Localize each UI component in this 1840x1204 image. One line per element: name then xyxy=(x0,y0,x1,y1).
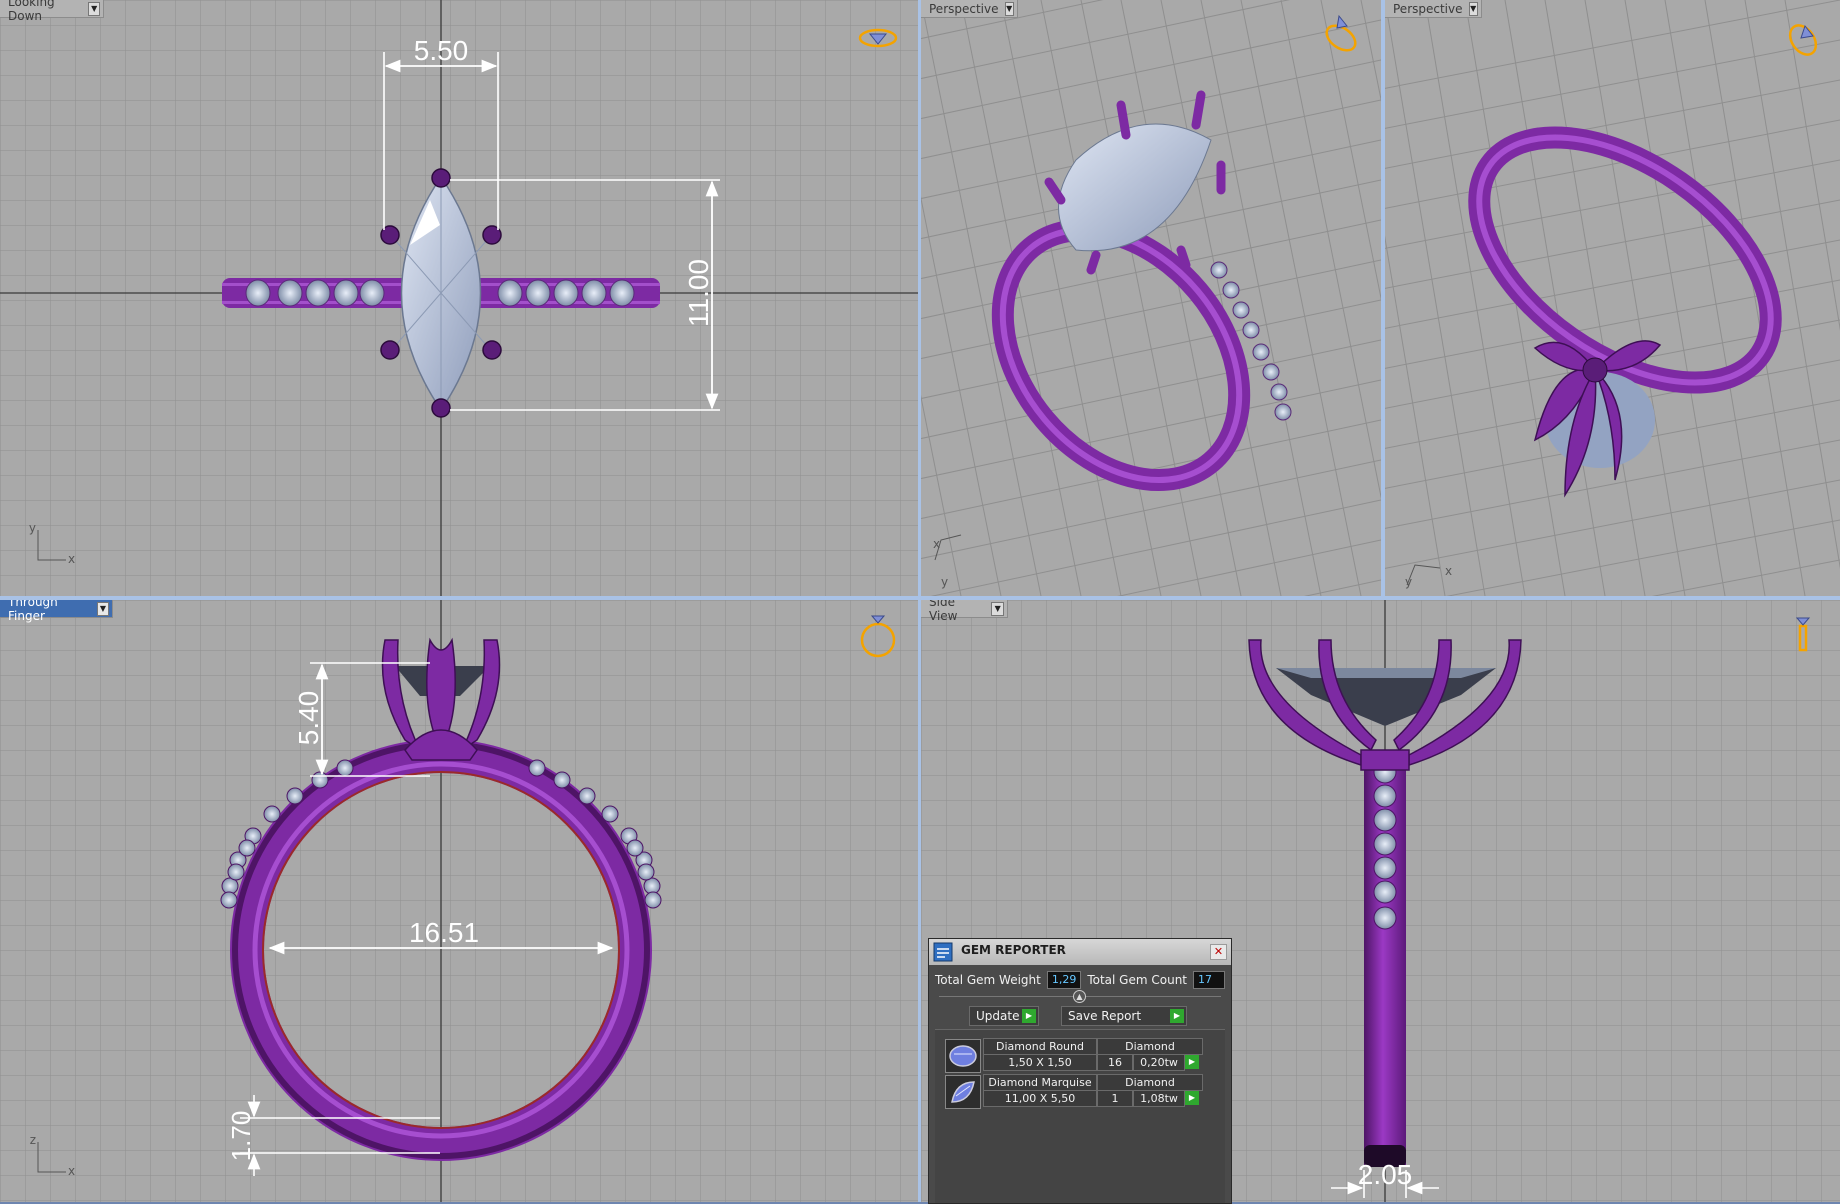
gem-weight: 1,08tw xyxy=(1133,1090,1185,1107)
gem-count: 16 xyxy=(1097,1054,1133,1071)
svg-text:y: y xyxy=(941,575,948,589)
gem-reporter-panel[interactable]: GEM REPORTER ✕ Total Gem Weight 1,29 Tot… xyxy=(928,938,1232,1204)
gem-size: 1,50 X 1,50 xyxy=(983,1054,1097,1071)
dim-shank-thickness: 1.70 xyxy=(226,1111,256,1162)
viewport-label-through-finger[interactable]: Through Finger ▼ xyxy=(0,600,113,623)
update-button[interactable]: Update ▶ xyxy=(969,1006,1039,1026)
dim-shank-width: 2.05 xyxy=(1358,1159,1413,1190)
viewport-perspective-2[interactable]: y x Perspective ▼ xyxy=(1385,0,1840,596)
gem-row[interactable]: Diamond Marquise Diamond 11,00 X 5,50 1 … xyxy=(945,1074,1203,1109)
dim-head-height: 5.40 xyxy=(293,691,324,746)
gem-list: Diamond Round Diamond 1,50 X 1,50 16 0,2… xyxy=(935,1029,1225,1203)
gem-reporter-titlebar[interactable]: GEM REPORTER ✕ xyxy=(929,939,1231,965)
gem-count: 1 xyxy=(1097,1090,1133,1107)
total-gem-weight-label: Total Gem Weight xyxy=(935,973,1041,987)
chevron-down-icon[interactable]: ▼ xyxy=(96,601,109,616)
save-report-button[interactable]: Save Report ▶ xyxy=(1061,1006,1187,1026)
svg-text:x: x xyxy=(68,1164,75,1178)
round-diamond-icon xyxy=(945,1039,981,1073)
total-gem-count-label: Total Gem Count xyxy=(1087,973,1188,987)
gem-size: 11,00 X 5,50 xyxy=(983,1090,1097,1107)
total-gem-count-value: 17 xyxy=(1193,971,1226,989)
marquise-diamond-icon xyxy=(945,1075,981,1109)
dim-inner-diameter: 16.51 xyxy=(409,917,479,948)
through-finger-scene: 5.40 16.51 1.70 z x xyxy=(0,600,918,1202)
viewport-label-side-view[interactable]: Side View ▼ xyxy=(921,600,1008,623)
perspective-2-scene: y x xyxy=(1385,0,1840,596)
dim-top-width: 5.50 xyxy=(414,35,469,66)
gem-name: Diamond Round xyxy=(983,1038,1097,1055)
gem-name: Diamond Marquise xyxy=(983,1074,1097,1091)
viewport-through-finger[interactable]: 5.40 16.51 1.70 z x Through Finger ▼ xyxy=(0,600,918,1202)
gem-report-icon xyxy=(933,942,953,962)
chevron-down-icon[interactable]: ▼ xyxy=(1004,1,1014,16)
viewport-label-perspective-1[interactable]: Perspective ▼ xyxy=(921,0,1018,18)
close-icon[interactable]: ✕ xyxy=(1210,944,1227,960)
viewport-label-perspective-2[interactable]: Perspective ▼ xyxy=(1385,0,1482,18)
total-gem-weight-value: 1,29 xyxy=(1046,971,1082,989)
gem-material: Diamond xyxy=(1097,1074,1203,1091)
gem-material: Diamond xyxy=(1097,1038,1203,1055)
gem-row[interactable]: Diamond Round Diamond 1,50 X 1,50 16 0,2… xyxy=(945,1038,1203,1073)
svg-text:y: y xyxy=(29,521,36,535)
chevron-down-icon[interactable]: ▼ xyxy=(1468,1,1478,16)
svg-text:x: x xyxy=(68,552,75,566)
svg-text:x: x xyxy=(933,537,940,551)
play-icon[interactable]: ▶ xyxy=(1185,1091,1199,1105)
collapse-toggle-icon[interactable]: ▲ xyxy=(1073,990,1086,1003)
svg-text:z: z xyxy=(30,1133,36,1147)
viewport-divider[interactable] xyxy=(0,596,1840,600)
looking-down-scene: 5.50 11.00 y x xyxy=(0,0,918,596)
svg-text:y: y xyxy=(1405,575,1412,589)
play-icon: ▶ xyxy=(1022,1009,1036,1023)
gem-reporter-title: GEM REPORTER xyxy=(961,943,1066,957)
perspective-1-scene: x y xyxy=(921,0,1381,596)
chevron-down-icon[interactable]: ▼ xyxy=(88,1,100,16)
viewport-looking-down[interactable]: 5.50 11.00 y x Looking Down ▼ xyxy=(0,0,918,596)
gem-weight: 0,20tw xyxy=(1133,1054,1185,1071)
dim-top-length: 11.00 xyxy=(683,259,714,327)
viewport-divider[interactable] xyxy=(1381,0,1385,596)
viewport-label-looking-down[interactable]: Looking Down ▼ xyxy=(0,0,104,23)
chevron-down-icon[interactable]: ▼ xyxy=(991,601,1004,616)
svg-text:x: x xyxy=(1445,564,1452,578)
play-icon: ▶ xyxy=(1170,1009,1184,1023)
viewport-perspective-1[interactable]: x y Perspective ▼ xyxy=(921,0,1381,596)
play-icon[interactable]: ▶ xyxy=(1185,1055,1199,1069)
